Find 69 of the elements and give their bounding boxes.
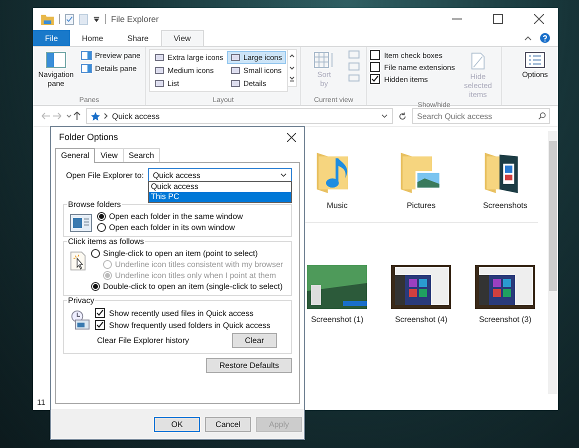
window-title: File Explorer [111, 14, 159, 24]
checkbox-option[interactable]: Show recently used files in Quick access [95, 307, 270, 319]
group-title: Browse folders [67, 200, 122, 209]
item-count: 11 [37, 398, 46, 406]
star-icon [91, 112, 100, 120]
clear-button[interactable]: Clear [232, 333, 277, 348]
pane-layout-icon [46, 52, 66, 68]
search-field[interactable]: Search Quick access [412, 108, 550, 124]
restore-defaults-button[interactable]: Restore Defaults [206, 358, 292, 373]
radio-option[interactable]: Double-click to open an item (single-click to select) [91, 281, 284, 292]
dialog-button[interactable]: Cancel [205, 416, 251, 432]
dialog-tab[interactable]: General [55, 148, 96, 163]
chevron-down-icon [280, 172, 287, 178]
dialog-title: Folder Options [59, 132, 118, 142]
window-icon [70, 214, 92, 232]
screenshot-thumbnail[interactable] [307, 265, 368, 309]
radio-option[interactable]: Open each folder in its own window [97, 222, 243, 233]
close-icon[interactable] [534, 14, 544, 24]
folder-name: Music [326, 201, 348, 210]
clear-history-label: Clear File Explorer history [97, 336, 190, 345]
checkbox[interactable] [95, 320, 105, 330]
ribbon-tab[interactable]: Share [115, 30, 161, 46]
refresh-icon[interactable] [398, 112, 407, 120]
group-title: Privacy [67, 296, 96, 305]
address-text: Quick access [112, 112, 160, 120]
ribbon-tab[interactable]: View [160, 30, 204, 46]
maximize-icon[interactable] [493, 14, 503, 24]
radio-option[interactable]: Open each folder in the same window [97, 211, 243, 222]
clock-document-icon [70, 310, 90, 330]
folder-icon [41, 14, 54, 24]
screenshot-thumbnail[interactable] [475, 265, 536, 309]
document-icon [470, 52, 485, 70]
radio-option[interactable]: Single-click to open an item (point to select) [91, 248, 284, 259]
screenshot-thumbnail[interactable] [391, 265, 452, 309]
folder-name: Screenshots [482, 201, 528, 210]
list-icon [525, 52, 545, 68]
dropdown-option[interactable]: Quick access [148, 182, 291, 192]
help-icon[interactable] [540, 33, 550, 43]
navigation-arrows-icon[interactable] [41, 111, 81, 121]
group-title: Click items as follows [67, 237, 146, 246]
search-icon[interactable] [538, 112, 546, 120]
checkbox[interactable] [95, 308, 105, 318]
dialog-button[interactable]: OK [154, 416, 200, 432]
close-icon[interactable] [287, 132, 296, 142]
ribbon-tab[interactable]: Home [70, 30, 116, 46]
caret-icon[interactable] [93, 16, 100, 22]
chevron-right-icon [104, 113, 108, 119]
grid-icon [314, 52, 334, 68]
dropdown-option[interactable]: This PC [148, 192, 291, 202]
file-name: Screenshot (4) [394, 315, 448, 324]
chevron-down-icon[interactable] [381, 114, 388, 118]
properties-icon[interactable] [65, 14, 74, 24]
collapse-ribbon-icon[interactable] [524, 35, 532, 41]
checkbox-option[interactable]: Show frequently used folders in Quick access [95, 319, 270, 331]
scrollbar[interactable] [548, 131, 558, 394]
address-bar[interactable]: Quick access [86, 108, 393, 124]
gallery-scroll-icon[interactable] [288, 49, 298, 87]
pane-layout-icon [81, 51, 92, 60]
dialog-tab[interactable]: Search [122, 148, 160, 162]
pane-layout-icon [81, 64, 92, 73]
folder-name: Pictures [406, 201, 436, 210]
pointer-icon [70, 251, 86, 271]
checkbox[interactable] [370, 74, 380, 84]
file-name: Screenshot (1) [310, 315, 364, 324]
field-label: Open File Explorer to: [66, 170, 144, 180]
checkbox[interactable] [370, 62, 380, 72]
checkbox[interactable] [370, 50, 380, 60]
ribbon-tab[interactable]: File [33, 30, 70, 46]
file-name: Screenshot (3) [478, 315, 532, 324]
